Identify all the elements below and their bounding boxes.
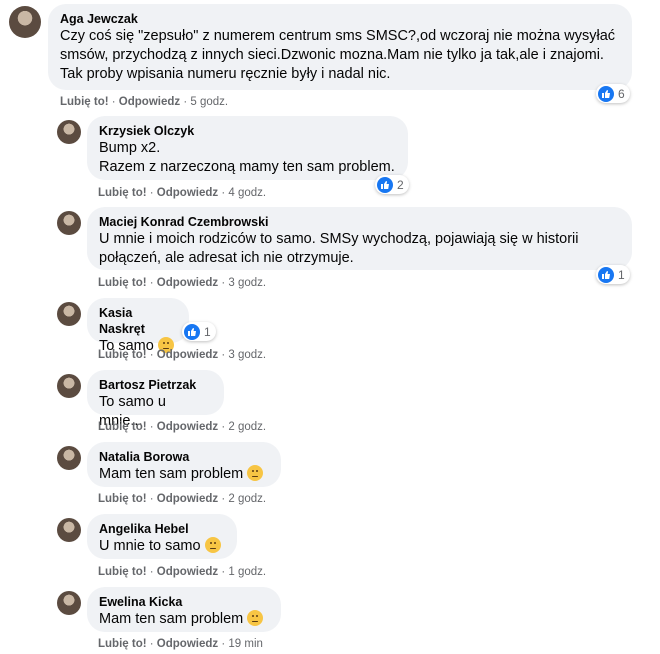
- separator: ·: [221, 187, 226, 199]
- comment-time[interactable]: 2 godz.: [228, 493, 266, 505]
- like-icon: [184, 323, 200, 340]
- like-link[interactable]: Lubię to!: [98, 638, 147, 650]
- comment-actions: Lubię to! · Odpowiedz · 19 min: [98, 638, 263, 650]
- reply-link[interactable]: Odpowiedz: [157, 493, 218, 505]
- comment-time[interactable]: 4 godz.: [228, 187, 266, 199]
- reaction-count[interactable]: 6: [596, 84, 630, 103]
- reply-link[interactable]: Odpowiedz: [157, 421, 218, 433]
- rolling-eyes-emoji: [204, 537, 221, 553]
- comment-text-content: Mam ten sam problem: [99, 611, 244, 627]
- comment-author[interactable]: Aga Jewczak: [60, 11, 620, 27]
- comment-bubble: Angelika Hebel U mnie to samo: [87, 514, 237, 559]
- reply-link[interactable]: Odpowiedz: [157, 187, 218, 199]
- reaction-number: 1: [204, 324, 211, 339]
- comment-actions: Lubię to! · Odpowiedz · 3 godz.: [98, 349, 266, 361]
- comment-time[interactable]: 5 godz.: [190, 96, 228, 108]
- comment-text: Mam ten sam problem: [99, 465, 269, 484]
- avatar[interactable]: [57, 120, 81, 144]
- reply-link[interactable]: Odpowiedz: [157, 566, 218, 578]
- comment-actions: Lubię to! · Odpowiedz · 5 godz.: [60, 96, 228, 108]
- like-link[interactable]: Lubię to!: [98, 187, 147, 199]
- comment-text: U mnie to samo: [99, 537, 225, 556]
- reaction-number: 6: [618, 86, 625, 101]
- separator: ·: [111, 96, 116, 108]
- reaction-number: 1: [618, 267, 625, 282]
- like-link[interactable]: Lubię to!: [60, 96, 109, 108]
- like-icon: [377, 176, 393, 193]
- avatar[interactable]: [57, 446, 81, 470]
- comment-author[interactable]: Natalia Borowa: [99, 449, 269, 465]
- avatar[interactable]: [57, 302, 81, 326]
- like-link[interactable]: Lubię to!: [98, 349, 147, 361]
- comment-text: Czy coś się "zepsuło" z numerem centrum …: [60, 28, 616, 82]
- reply-link[interactable]: Odpowiedz: [157, 638, 218, 650]
- comment-actions: Lubię to! · Odpowiedz · 2 godz.: [98, 493, 266, 505]
- like-link[interactable]: Lubię to!: [98, 421, 147, 433]
- like-link[interactable]: Lubię to!: [98, 493, 147, 505]
- separator: ·: [149, 421, 154, 433]
- comment-time[interactable]: 3 godz.: [228, 277, 266, 289]
- separator: ·: [221, 566, 226, 578]
- steam-face-emoji: [247, 610, 264, 626]
- comment-text: Mam ten sam problem: [99, 610, 269, 629]
- reply-link[interactable]: Odpowiedz: [157, 277, 218, 289]
- separator: ·: [149, 277, 154, 289]
- comment-bubble: Kasia Naskręt To samo: [87, 298, 189, 354]
- pensive-face-emoji: [247, 465, 264, 481]
- comment-actions: Lubię to! · Odpowiedz · 4 godz.: [98, 187, 266, 199]
- like-link[interactable]: Lubię to!: [98, 277, 147, 289]
- like-link[interactable]: Lubię to!: [98, 566, 147, 578]
- comment-text: U mnie i moich rodziców to samo. SMSy wy…: [99, 231, 579, 266]
- comment-bubble: Krzysiek Olczyk Bump x2. Razem z narzecz…: [87, 116, 408, 180]
- comment-bubble: Natalia Borowa Mam ten sam problem: [87, 442, 281, 487]
- separator: ·: [149, 187, 154, 199]
- comment-time[interactable]: 2 godz.: [228, 421, 266, 433]
- separator: ·: [149, 638, 154, 650]
- separator: ·: [149, 493, 154, 505]
- comment-bubble: Bartosz Pietrzak To samo u mnie...: [87, 370, 224, 429]
- separator: ·: [221, 493, 226, 505]
- comment-bubble: Ewelina Kicka Mam ten sam problem: [87, 587, 281, 632]
- comment-author[interactable]: Ewelina Kicka: [99, 594, 269, 610]
- separator: ·: [183, 96, 188, 108]
- separator: ·: [149, 566, 154, 578]
- like-icon: [598, 266, 614, 283]
- separator: ·: [221, 277, 226, 289]
- separator: ·: [221, 421, 226, 433]
- avatar[interactable]: [57, 518, 81, 542]
- comment-author[interactable]: Krzysiek Olczyk: [99, 123, 396, 139]
- avatar[interactable]: [57, 211, 81, 235]
- comment-bubble: Maciej Konrad Czembrowski U mnie i moich…: [87, 207, 632, 270]
- comment-time[interactable]: 3 godz.: [228, 349, 266, 361]
- avatar[interactable]: [9, 6, 41, 38]
- comment-time[interactable]: 1 godz.: [228, 566, 266, 578]
- comment-author[interactable]: Bartosz Pietrzak: [99, 377, 212, 393]
- reaction-count[interactable]: 2: [375, 175, 409, 194]
- reaction-count[interactable]: 1: [596, 265, 630, 284]
- reply-link[interactable]: Odpowiedz: [119, 96, 180, 108]
- comment-text-content: Mam ten sam problem: [99, 466, 244, 482]
- separator: ·: [221, 349, 226, 361]
- comment-author[interactable]: Angelika Hebel: [99, 521, 225, 537]
- comment-author[interactable]: Kasia Naskręt: [99, 305, 177, 337]
- comment-text-content: U mnie to samo: [99, 538, 201, 554]
- avatar[interactable]: [57, 374, 81, 398]
- comment-actions: Lubię to! · Odpowiedz · 3 godz.: [98, 277, 266, 289]
- reaction-number: 2: [397, 177, 404, 192]
- comment-actions: Lubię to! · Odpowiedz · 1 godz.: [98, 566, 266, 578]
- separator: ·: [221, 638, 226, 650]
- separator: ·: [149, 349, 154, 361]
- comment-text: Bump x2. Razem z narzeczoną mamy ten sam…: [99, 140, 395, 175]
- comment-actions: Lubię to! · Odpowiedz · 2 godz.: [98, 421, 266, 433]
- comment-bubble: Aga Jewczak Czy coś się "zepsuło" z nume…: [48, 4, 632, 90]
- reaction-count[interactable]: 1: [182, 322, 216, 341]
- avatar[interactable]: [57, 591, 81, 615]
- comment-author[interactable]: Maciej Konrad Czembrowski: [99, 214, 620, 230]
- like-icon: [598, 85, 614, 102]
- reply-link[interactable]: Odpowiedz: [157, 349, 218, 361]
- comment-time[interactable]: 19 min: [228, 638, 263, 650]
